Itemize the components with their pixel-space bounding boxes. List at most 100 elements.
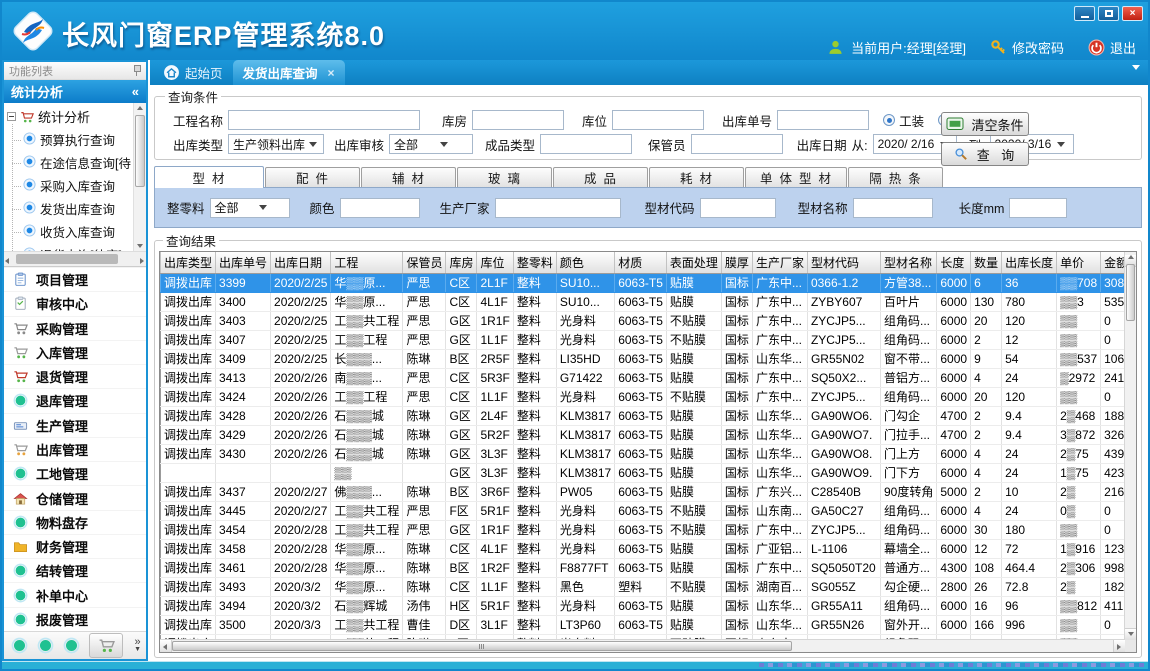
sidebar-item[interactable]: 出库管理 [4, 437, 146, 461]
collapse-node-icon[interactable] [7, 112, 16, 121]
scroll-left-icon[interactable] [4, 253, 10, 271]
logout-button[interactable]: 退出 [1088, 38, 1136, 57]
warehouse-input[interactable] [472, 110, 564, 130]
table-row[interactable]: 调拨出库34032020/2/25工▒▒共工程严思G区1R1F整料光身料6063… [160, 311, 1125, 330]
sidebar-item[interactable]: 结转管理 [4, 558, 146, 582]
sidebar-item[interactable]: 生产管理 [4, 413, 146, 437]
tree-scrollbar-horizontal[interactable] [4, 251, 146, 267]
sidebar-item[interactable]: 工地管理 [4, 461, 146, 485]
column-header[interactable]: 生产厂家 [752, 252, 807, 273]
column-header[interactable]: 型材代码 [807, 252, 880, 273]
scroll-right-icon[interactable] [139, 253, 145, 271]
nav-overflow-button[interactable]: » ▼ [134, 639, 141, 653]
table-row[interactable]: ▒▒G区3L3F整料KLM38176063-T5贴膜国标山东华...GA90WO… [160, 463, 1125, 482]
column-header[interactable]: 金额 [1101, 252, 1125, 273]
sidebar-item[interactable]: 财务管理 [4, 534, 146, 558]
scroll-thumb[interactable] [1126, 264, 1135, 321]
circle-icon[interactable] [11, 637, 28, 654]
pin-icon[interactable] [132, 65, 141, 76]
change-password-button[interactable]: 修改密码 [990, 38, 1064, 57]
scroll-thumb[interactable] [172, 641, 792, 651]
sidebar-item[interactable]: 审核中心 [4, 291, 146, 315]
column-header[interactable]: 库位 [477, 252, 513, 273]
color-input[interactable] [340, 198, 420, 218]
column-header[interactable]: 出库日期 [271, 252, 331, 273]
tree-item[interactable]: 退货查询[待定] [11, 243, 146, 251]
tree-scrollbar-vertical[interactable] [133, 103, 146, 251]
sidebar-item[interactable]: 补单中心 [4, 582, 146, 606]
radio-work-clothes[interactable]: 工装 [883, 111, 924, 130]
length-input[interactable] [1009, 198, 1067, 218]
table-row[interactable]: 调拨出库34612020/2/28华▒▒原...陈琳B区1R2F整料F8877F… [160, 558, 1125, 577]
material-tab[interactable]: 单体型材 [745, 167, 847, 187]
table-row[interactable]: 调拨出库34282020/2/26石▒▒▒城陈琳G区2L4F整料KLM38176… [160, 406, 1125, 425]
column-header[interactable]: 长度 [937, 252, 971, 273]
tab-list-chevron-icon[interactable] [1132, 70, 1140, 88]
sidebar-section-header[interactable]: 统计分析 « [4, 80, 146, 103]
table-row[interactable]: 调拨出库34072020/2/25工▒▒工程严思G区1L1F整料光身料6063-… [160, 330, 1125, 349]
profile-code-input[interactable] [700, 198, 776, 218]
material-tab[interactable]: 玻璃 [457, 167, 552, 187]
tree-item[interactable]: 发货出库查询 [11, 197, 146, 220]
material-tab[interactable]: 隔热条 [848, 167, 943, 187]
tree-root[interactable]: 统计分析 [4, 103, 146, 128]
column-header[interactable]: 保管员 [403, 252, 446, 273]
sidebar-item[interactable]: 入库管理 [4, 340, 146, 364]
sidebar-item[interactable]: 退库管理 [4, 388, 146, 412]
tab-close-icon[interactable]: × [328, 66, 335, 80]
sidebar-item[interactable]: 物料盘存 [4, 510, 146, 534]
grid-scrollbar-horizontal[interactable] [160, 639, 1125, 652]
table-row[interactable]: 调拨出库34292020/2/26石▒▒▒城陈琳G区5R2F整料KLM38176… [160, 425, 1125, 444]
material-tab[interactable]: 辅材 [361, 167, 456, 187]
table-row[interactable]: 调拨出库33992020/2/25华▒▒原...严思C区2L1F整料SU10..… [160, 273, 1125, 292]
column-header[interactable]: 膜厚 [721, 252, 752, 273]
circle-icon[interactable] [37, 637, 54, 654]
tree-item[interactable]: 收货入库查询 [11, 220, 146, 243]
column-header[interactable]: 单价 [1057, 252, 1101, 273]
column-header[interactable]: 出库单号 [216, 252, 271, 273]
table-row[interactable]: 调拨出库34542020/2/28工▒▒共工程严思G区1R1F整料光身料6063… [160, 520, 1125, 539]
close-button[interactable]: × [1122, 6, 1143, 21]
whole-piece-select[interactable]: 全部 [210, 198, 290, 218]
search-button[interactable]: 查 询 [941, 142, 1029, 166]
sidebar-item[interactable]: 退货管理 [4, 364, 146, 388]
circle-icon[interactable] [63, 637, 80, 654]
grid-scrollbar-vertical[interactable] [1124, 252, 1136, 640]
tree-item[interactable]: 预算执行查询 [11, 128, 146, 151]
sidebar-item[interactable]: 项目管理 [4, 267, 146, 291]
sidebar-item[interactable]: 采购管理 [4, 316, 146, 340]
column-header[interactable]: 型材名称 [881, 252, 937, 273]
table-row[interactable]: 调拨出库34942020/3/2石▒▒辉城汤伟H区5R1F整料光身料6063-T… [160, 596, 1125, 615]
column-header[interactable]: 数量 [971, 252, 1002, 273]
scroll-down-icon[interactable] [1125, 628, 1136, 640]
project-name-input[interactable] [228, 110, 420, 130]
scroll-thumb[interactable] [16, 254, 118, 264]
scroll-left-icon[interactable] [160, 640, 172, 652]
table-row[interactable]: 调拨出库34132020/2/26南▒▒▒...严思C区5R3F整料G71422… [160, 368, 1125, 387]
audit-select[interactable]: 全部 [389, 134, 473, 154]
table-row[interactable]: 调拨出库34452020/2/27工▒▒共工程严思F区5R1F整料光身料6063… [160, 501, 1125, 520]
tab-shipping-outbound-query[interactable]: 发货出库查询 × [233, 60, 345, 85]
table-row[interactable]: 调拨出库34302020/2/26石▒▒▒城陈琳G区3L3F整料KLM38176… [160, 444, 1125, 463]
tree-item[interactable]: 在途信息查询[待 [11, 151, 146, 174]
maximize-button[interactable] [1098, 6, 1119, 21]
tree-item[interactable]: 采购入库查询 [11, 174, 146, 197]
column-header[interactable]: 材质 [615, 252, 667, 273]
table-row[interactable]: 调拨出库34092020/2/25长▒▒▒...陈琳B区2R5F整料LI35HD… [160, 349, 1125, 368]
clear-conditions-button[interactable]: 清空条件 [941, 112, 1029, 136]
keeper-input[interactable] [691, 134, 783, 154]
tab-start-page[interactable]: 起始页 [153, 60, 233, 85]
scroll-down-icon[interactable] [134, 241, 146, 251]
column-header[interactable]: 表面处理 [666, 252, 721, 273]
column-header[interactable]: 出库类型 [161, 252, 216, 273]
column-header[interactable]: 工程 [331, 252, 403, 273]
location-input[interactable] [612, 110, 704, 130]
column-header[interactable]: 整零料 [513, 252, 556, 273]
material-tab[interactable]: 耗材 [649, 167, 744, 187]
material-tab[interactable]: 型材 [154, 166, 264, 188]
table-row[interactable]: 调拨出库34582020/2/28华▒▒原...陈琳C区4L1F整料光身料606… [160, 539, 1125, 558]
scroll-up-icon[interactable] [134, 106, 146, 110]
table-row[interactable]: 调拨出库35002020/3/3工▒▒共工程曹佳D区3L1F整料LT3P6060… [160, 615, 1125, 634]
column-header[interactable]: 颜色 [556, 252, 614, 273]
table-row[interactable]: 调拨出库34932020/3/2华▒▒原...陈琳C区1L1F整料黑色塑料不贴膜… [160, 577, 1125, 596]
